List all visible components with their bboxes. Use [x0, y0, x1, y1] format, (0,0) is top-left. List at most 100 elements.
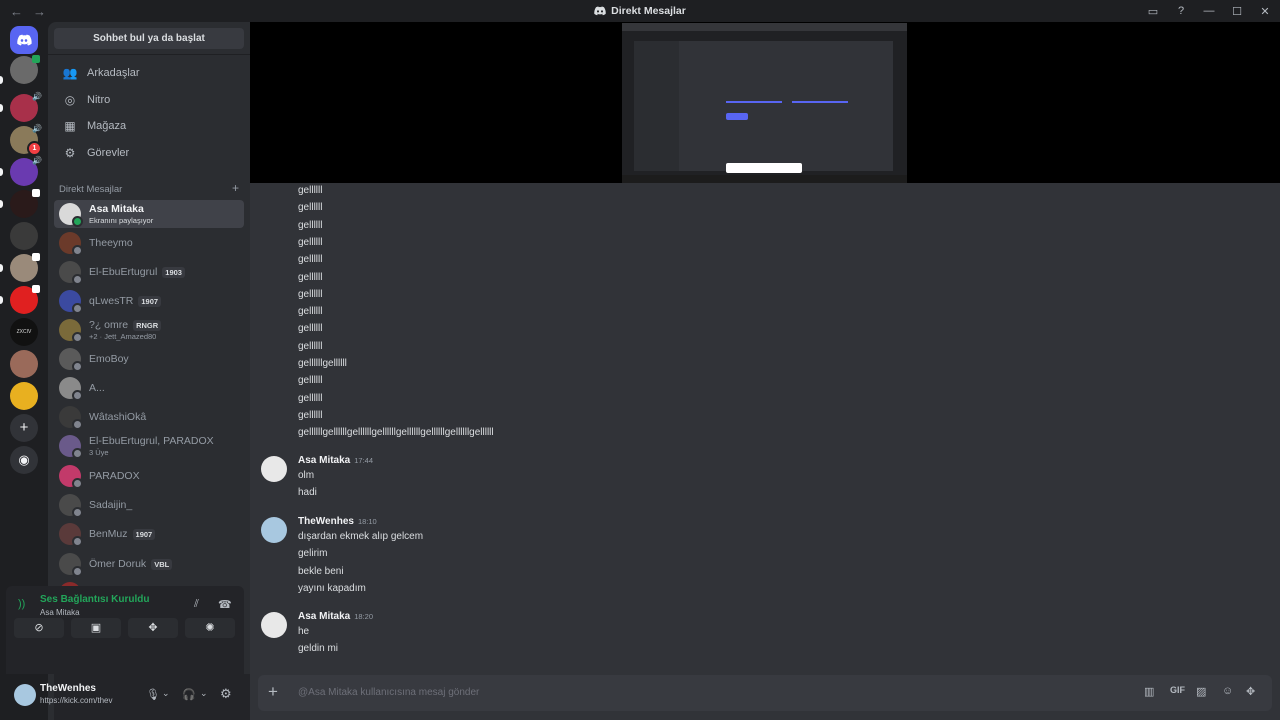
dm-item[interactable]: Theeymo — [54, 229, 244, 257]
status-indicator — [72, 245, 83, 256]
dm-item[interactable]: ?¿ omre RNGR +2 · Jett_Amazed80 — [54, 316, 244, 344]
server-icon[interactable] — [10, 253, 40, 282]
dm-item[interactable]: El-EbuErtugrul, PARADOX 3 Üye — [54, 432, 244, 460]
dm-item[interactable]: WâtashiOkâ — [54, 403, 244, 431]
screen-share-icon: ▣ — [90, 622, 102, 634]
home-button[interactable] — [10, 26, 38, 54]
avatar[interactable] — [261, 517, 287, 543]
avatar[interactable] — [261, 456, 287, 482]
nav-shop[interactable]: ▦ Mağaza — [54, 114, 244, 138]
chevron-down-icon[interactable]: ⌄ — [200, 688, 208, 699]
user-panel: TheWenhes https://kick.com/thev 🎙 ⌄ 🎧 ⌄ … — [14, 674, 250, 720]
message-text: olm — [298, 470, 315, 481]
sticker-icon[interactable]: ▨ — [1196, 685, 1206, 698]
server-icon[interactable]: 🔊 — [10, 92, 42, 122]
emoji-icon[interactable]: ☺ — [1222, 685, 1233, 697]
dm-item[interactable]: qLwesTR 1907 — [54, 287, 244, 315]
maximize-icon[interactable]: ☐ — [1230, 5, 1244, 18]
server-icon[interactable] — [10, 189, 40, 218]
dm-item[interactable]: EmoBoy — [54, 345, 244, 373]
camera-off-icon: ⊘ — [34, 622, 44, 634]
dm-item[interactable]: Sadaijin_ — [54, 491, 244, 519]
find-conversation-button[interactable]: Sohbet bul ya da başlat — [54, 28, 244, 49]
apps-icon[interactable]: ✥ — [1246, 685, 1255, 698]
disconnect-icon[interactable]: ☎ — [218, 598, 232, 611]
settings-gear-icon[interactable]: ⚙ — [220, 686, 232, 702]
author-name[interactable]: Asa Mitaka — [298, 455, 350, 466]
server-icon[interactable]: 🔊 — [10, 156, 42, 186]
noise-suppression-icon[interactable]: ⫽ — [194, 598, 199, 611]
author-name[interactable]: Asa Mitaka — [298, 611, 350, 622]
screen-share-stream[interactable] — [250, 22, 1280, 183]
dm-name: PARADOX — [89, 470, 140, 482]
author-name[interactable]: TheWenhes — [298, 516, 354, 527]
help-icon[interactable]: ? — [1174, 5, 1188, 17]
server-icon[interactable] — [10, 382, 38, 410]
user-name[interactable]: TheWenhes — [40, 683, 96, 694]
gif-icon[interactable]: GIF — [1170, 685, 1185, 695]
message-text: gellllll — [298, 375, 323, 387]
message-text: gelirim — [298, 548, 328, 560]
nav-label: Nitro — [87, 94, 111, 106]
avatar — [59, 203, 83, 227]
create-dm-icon[interactable]: + — [232, 181, 239, 195]
server-icon[interactable] — [10, 55, 40, 84]
avatar[interactable] — [14, 684, 36, 706]
server-icon[interactable]: 🔊 1 — [10, 124, 42, 156]
message-author[interactable]: Asa Mitaka 18:20 — [298, 611, 373, 622]
server-icon[interactable] — [10, 285, 40, 314]
dm-item[interactable]: PARADOX — [54, 462, 244, 490]
forward-arrow-icon[interactable]: → — [33, 4, 46, 19]
inbox-icon[interactable]: ▭ — [1146, 5, 1160, 18]
message-input[interactable]: @Asa Mitaka kullanıcısına mesaj gönder — [298, 687, 479, 698]
microphone-icon[interactable]: 🎙 — [146, 688, 160, 701]
server-icon[interactable] — [10, 350, 38, 378]
status-indicator — [72, 478, 83, 489]
avatar[interactable] — [261, 612, 287, 638]
dm-item[interactable]: Ömer Doruk VBL — [54, 550, 244, 578]
status-indicator — [72, 566, 83, 577]
attach-plus-icon[interactable]: + — [268, 682, 278, 702]
status-indicator — [72, 303, 83, 314]
avatar — [59, 319, 83, 343]
dm-item[interactable]: Asa Mitaka Ekranını paylaşıyor — [54, 200, 244, 228]
shared-screen-preview[interactable] — [622, 23, 907, 183]
soundboard-button[interactable]: ✺ — [185, 618, 235, 638]
status-indicator — [72, 216, 83, 227]
nav-friends[interactable]: 👥 Arkadaşlar — [54, 61, 244, 85]
dm-item[interactable]: A... — [54, 374, 244, 402]
dm-item[interactable]: El-EbuErtugrul 1903 — [54, 258, 244, 286]
gift-icon[interactable]: ▥ — [1144, 685, 1154, 698]
voice-channel[interactable]: Asa Mitaka — [40, 608, 80, 617]
speaker-icon: 🔊 — [32, 92, 42, 101]
nav-quests[interactable]: ⚙ Görevler — [54, 141, 244, 165]
message-text: gellllll — [298, 254, 323, 266]
signal-icon: )) — [18, 598, 26, 610]
voice-status[interactable]: Ses Bağlantısı Kuruldu — [40, 594, 149, 605]
dm-item[interactable]: BenMuz 1907 — [54, 520, 244, 548]
nav-label: Arkadaşlar — [87, 67, 140, 79]
chevron-down-icon[interactable]: ⌄ — [162, 688, 170, 699]
message-author[interactable]: TheWenhes 18:10 — [298, 516, 377, 527]
dm-name: Sadaijin_ — [89, 499, 133, 511]
close-icon[interactable]: ✕ — [1258, 5, 1272, 18]
message-author[interactable]: Asa Mitaka 17:44 — [298, 455, 373, 466]
server-icon[interactable] — [10, 222, 38, 250]
back-arrow-icon[interactable]: ← — [10, 4, 23, 19]
clan-tag-badge: 1907 — [138, 295, 162, 307]
dm-subtext: Ekranını paylaşıyor — [89, 216, 154, 225]
add-server-icon[interactable]: + — [10, 414, 38, 442]
status-indicator — [72, 448, 83, 459]
avatar — [59, 290, 83, 314]
camera-button[interactable]: ⊘ — [14, 618, 64, 638]
headphones-icon[interactable]: 🎧 — [182, 688, 196, 701]
clan-tag-badge: RNGR — [133, 319, 162, 331]
title-bar: ← → Direkt Mesajlar ▭ ? — ☐ ✕ — [0, 0, 1280, 22]
activities-button[interactable]: ✥ — [128, 618, 178, 638]
screen-share-button[interactable]: ▣ — [71, 618, 121, 638]
nav-nitro[interactable]: ◎ Nitro — [54, 88, 244, 112]
server-icon[interactable]: ZXCIV — [10, 318, 38, 346]
message-text: gellllll — [298, 409, 323, 421]
minimize-icon[interactable]: — — [1202, 5, 1216, 17]
explore-servers-icon[interactable]: ◉ — [10, 446, 38, 474]
